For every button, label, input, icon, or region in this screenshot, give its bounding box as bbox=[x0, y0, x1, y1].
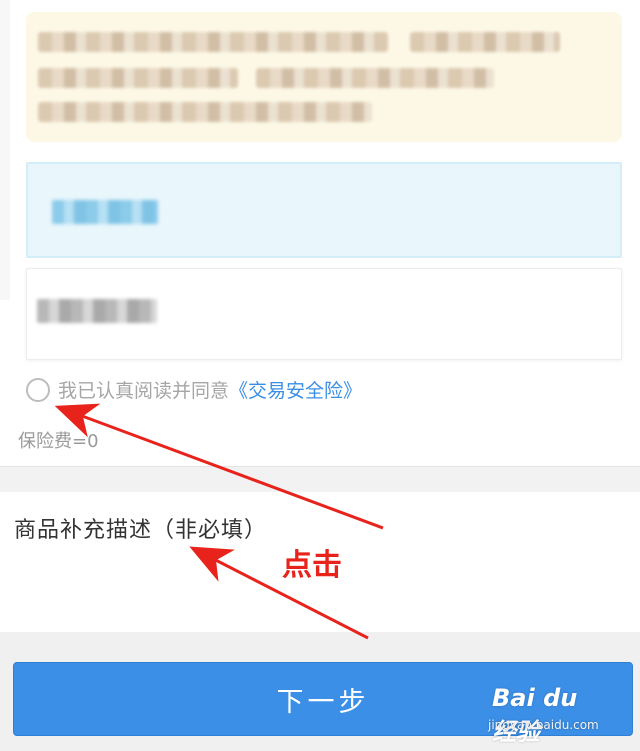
agree-radio[interactable] bbox=[26, 377, 50, 402]
watermark-brand: Bai du 经验 bbox=[492, 684, 578, 746]
blurred-text-line bbox=[38, 32, 388, 52]
section-divider bbox=[0, 466, 640, 492]
insurance-fee: 保险费=0 bbox=[18, 431, 99, 452]
blurred-field-value bbox=[52, 200, 158, 224]
blurred-text-line bbox=[410, 32, 560, 52]
agreement-link[interactable]: 《交易安全险》 bbox=[229, 376, 362, 403]
baidu-jingyan-watermark: Bai du 经验 jingyan.baidu.com bbox=[488, 684, 608, 746]
blurred-notice-box bbox=[26, 12, 622, 142]
blurred-input-field-active[interactable] bbox=[26, 162, 622, 258]
insurance-agreement-row: 我已认真阅读并同意 《交易安全险》 bbox=[26, 376, 362, 403]
watermark-url: jingyan.baidu.com bbox=[488, 718, 599, 732]
blurred-text-line bbox=[38, 68, 238, 88]
agreement-text: 我已认真阅读并同意 bbox=[58, 380, 230, 402]
blurred-input-field[interactable] bbox=[26, 268, 622, 360]
blurred-text-line bbox=[38, 102, 372, 122]
blurred-text-line bbox=[256, 68, 494, 88]
page-left-edge bbox=[0, 0, 10, 300]
blurred-field-value bbox=[37, 299, 157, 323]
annotation-click-label: 点击 bbox=[282, 548, 342, 583]
description-placeholder: 商品补充描述（非必填） bbox=[14, 518, 268, 543]
